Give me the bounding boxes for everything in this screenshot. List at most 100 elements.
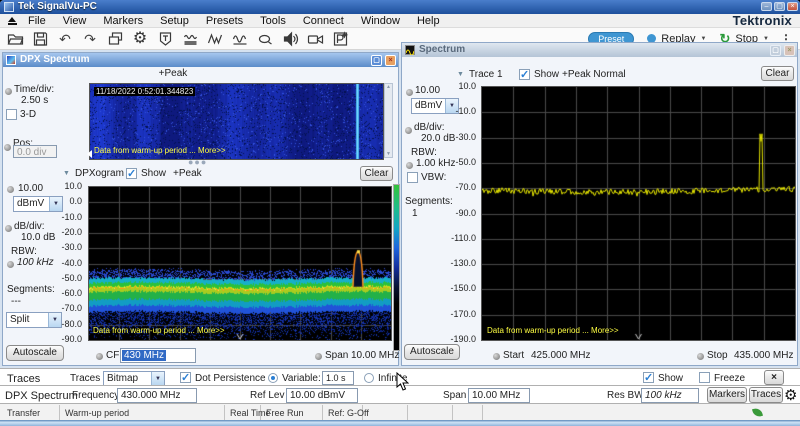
dpx-rbw-value[interactable]: 100 kHz — [17, 257, 54, 268]
traces-type-dropdown[interactable]: Bitmap▼ — [103, 371, 165, 386]
pos-input[interactable]: 0.0 div — [13, 145, 57, 158]
chevron-down-icon[interactable]: ▼ — [151, 372, 164, 385]
threed-checkbox[interactable] — [6, 109, 17, 120]
spectrogram-warmup-message[interactable]: Data from warm-up period ... More>> — [94, 146, 226, 155]
dpx-db-div-label: dB/div: — [14, 221, 45, 232]
adjust-knob-icon[interactable] — [697, 353, 704, 360]
freeze-checkbox[interactable] — [699, 372, 710, 383]
replay-chevron-icon[interactable]: ▼ — [701, 36, 707, 42]
y-tick-label: -60.0 — [61, 288, 82, 298]
dpx-ref-level-value[interactable]: 10.00 — [18, 183, 43, 194]
menu-connect[interactable]: Connect — [303, 15, 344, 27]
close-settings-button[interactable]: × — [764, 370, 784, 385]
markers-button[interactable]: Markers — [707, 387, 747, 403]
spectrogram-timestamp: 11/18/2022 0:52:01.344823 — [94, 87, 195, 96]
adjust-knob-icon[interactable] — [7, 186, 14, 193]
time-div-label: Time/div: — [14, 84, 54, 95]
menu-file[interactable]: File — [28, 15, 46, 27]
trace-display-icon[interactable] — [205, 29, 225, 48]
undo-icon[interactable]: ↶ — [55, 29, 75, 48]
dpxogram-show-checkbox[interactable] — [126, 168, 137, 179]
spectrum-ref-level-value[interactable]: 10.00 — [415, 85, 440, 96]
open-icon[interactable] — [5, 29, 25, 48]
variable-radio[interactable] — [268, 373, 278, 383]
scroll-down-icon[interactable]: ▼ — [386, 151, 391, 157]
menu-tools[interactable]: Tools — [260, 15, 286, 27]
stop-value[interactable]: 435.000 MHz — [734, 350, 793, 361]
spectrum-y-axis: 10.0-10.0-30.0-50.0-70.0-90.0-110.0-130.… — [445, 86, 478, 346]
maximize-button[interactable]: ▢ — [774, 2, 785, 11]
res-bw-input[interactable]: 100 kHz — [641, 388, 699, 403]
start-value[interactable]: 425.000 MHz — [531, 350, 590, 361]
close-button[interactable]: × — [787, 2, 798, 11]
minimize-button[interactable]: – — [761, 2, 772, 11]
frequency-input[interactable]: 430.000 MHz — [117, 388, 197, 403]
time-div-value[interactable]: 2.50 s — [21, 95, 48, 106]
dpx-db-div-value[interactable]: 10.0 dB — [21, 232, 55, 243]
adjust-knob-icon[interactable] — [96, 353, 103, 360]
dpxogram-disclosure-icon[interactable]: ▼ — [63, 170, 70, 177]
touchscreen-icon[interactable] — [255, 29, 275, 48]
spectrum-maximize-button[interactable]: ▢ — [770, 45, 781, 56]
dpx-close-button[interactable]: × — [385, 55, 396, 66]
cf-input[interactable]: 430 MHz — [120, 348, 196, 363]
menu-markers[interactable]: Markers — [103, 15, 143, 27]
save-icon[interactable] — [30, 29, 50, 48]
adjust-knob-icon[interactable] — [493, 353, 500, 360]
dot-persistence-checkbox[interactable] — [180, 372, 191, 383]
dpx-span-value[interactable]: 10.00 MHz — [351, 350, 399, 361]
dpx-panel-titlebar[interactable]: DPX Spectrum ▢ × — [3, 53, 398, 67]
menu-help[interactable]: Help — [417, 15, 440, 27]
dpxogram-warmup-message[interactable]: Data from warm-up period ... More>> — [93, 326, 225, 335]
time-overview-icon[interactable] — [230, 29, 250, 48]
dpxogram-clear-button[interactable]: Clear — [360, 166, 393, 181]
dpxogram-plot[interactable] — [88, 186, 392, 341]
audio-icon[interactable] — [280, 29, 300, 48]
spectrum-autoscale-button[interactable]: Autoscale — [404, 344, 460, 360]
span-input[interactable]: 10.00 MHz — [468, 388, 530, 403]
adjust-knob-icon[interactable] — [4, 144, 11, 151]
trace1-show-checkbox[interactable] — [519, 69, 530, 80]
spectrogram-scrollbar[interactable]: ▲ ▼ — [384, 83, 393, 158]
trace1-disclosure-icon[interactable]: ▼ — [457, 71, 464, 78]
menu-view[interactable]: View — [63, 15, 87, 27]
spectrum-panel-titlebar[interactable]: Spectrum ▢ × — [402, 43, 797, 57]
menu-presets[interactable]: Presets — [206, 15, 243, 27]
adjust-knob-icon[interactable] — [315, 353, 322, 360]
preset-new-icon[interactable] — [330, 29, 350, 48]
eject-icon[interactable] — [8, 17, 17, 25]
adjust-knob-icon[interactable] — [406, 89, 413, 96]
title-bar[interactable]: Tek SignalVu-PC – ▢ × — [0, 0, 800, 14]
camera-icon[interactable] — [305, 29, 325, 48]
dpx-maximize-button[interactable]: ▢ — [371, 55, 382, 66]
adjust-knob-icon[interactable] — [406, 162, 413, 169]
dpx-autoscale-button[interactable]: Autoscale — [6, 345, 64, 361]
vbw-checkbox[interactable] — [407, 172, 418, 183]
settings-gear-icon[interactable]: ⚙ — [784, 386, 797, 404]
ref-lev-input[interactable]: 10.00 dBmV — [286, 388, 358, 403]
marker-tag-icon[interactable] — [155, 29, 175, 48]
spectrum-plot[interactable] — [481, 86, 796, 341]
y-tick-label: 10.0 — [458, 81, 476, 91]
menu-setup[interactable]: Setup — [160, 15, 189, 27]
menu-window[interactable]: Window — [361, 15, 400, 27]
splitter-handle[interactable]: ●●● — [188, 157, 207, 167]
adjust-knob-icon[interactable] — [7, 261, 14, 268]
spectrum-close-button[interactable]: × — [784, 45, 795, 56]
adjust-knob-icon[interactable] — [405, 127, 412, 134]
traces-button[interactable]: Traces — [749, 387, 783, 403]
variable-input[interactable]: 1.0 s — [322, 371, 354, 385]
scroll-up-icon[interactable]: ▲ — [386, 84, 391, 90]
settings-gear-icon[interactable]: ⚙ — [130, 29, 150, 48]
infinite-radio[interactable] — [364, 373, 374, 383]
spectrum-warmup-message[interactable]: Data from warm-up period ... More>> — [487, 326, 619, 335]
redo-icon[interactable]: ↷ — [80, 29, 100, 48]
adjust-knob-icon[interactable] — [5, 225, 12, 232]
spectrum-clear-button[interactable]: Clear — [761, 66, 794, 81]
y-tick-label: -130.0 — [450, 258, 476, 268]
dpx-display-icon[interactable] — [180, 29, 200, 48]
stop-chevron-icon[interactable]: ▼ — [763, 36, 769, 42]
show-checkbox[interactable] — [643, 372, 654, 383]
cascade-windows-icon[interactable] — [105, 29, 125, 48]
adjust-knob-icon[interactable] — [5, 88, 12, 95]
